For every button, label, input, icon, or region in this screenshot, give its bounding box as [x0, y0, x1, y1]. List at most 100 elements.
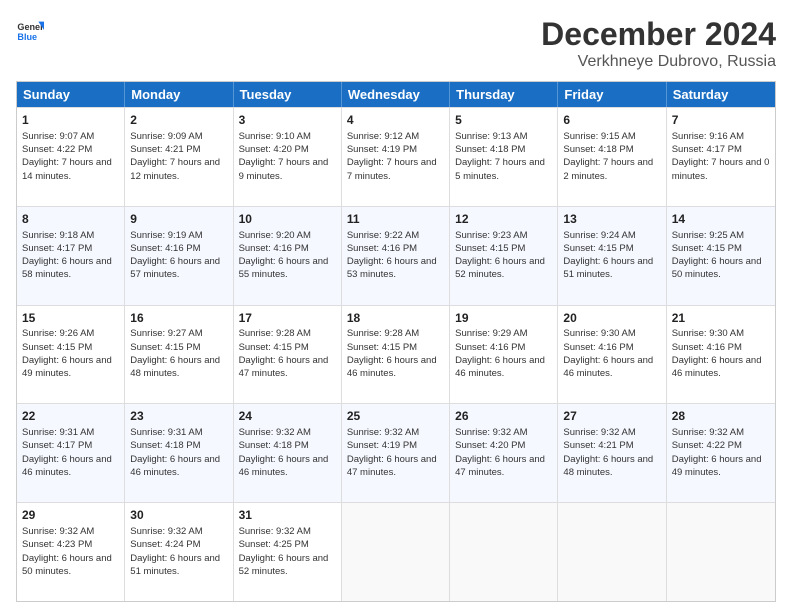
- sunset: Sunset: 4:24 PM: [130, 539, 200, 550]
- day-number: 20: [563, 310, 660, 327]
- cell-0-1: 2Sunrise: 9:09 AMSunset: 4:21 PMDaylight…: [125, 108, 233, 206]
- sunrise: Sunrise: 9:12 AM: [347, 131, 419, 142]
- daylight: Daylight: 7 hours and 7 minutes.: [347, 157, 437, 181]
- cell-1-6: 14Sunrise: 9:25 AMSunset: 4:15 PMDayligh…: [667, 207, 775, 305]
- sunset: Sunset: 4:16 PM: [455, 342, 525, 353]
- sunrise: Sunrise: 9:15 AM: [563, 131, 635, 142]
- month-title: December 2024: [541, 16, 776, 53]
- header-tuesday: Tuesday: [234, 82, 342, 107]
- sunset: Sunset: 4:16 PM: [130, 243, 200, 254]
- sunset: Sunset: 4:18 PM: [130, 440, 200, 451]
- day-number: 25: [347, 408, 444, 425]
- daylight: Daylight: 6 hours and 48 minutes.: [130, 355, 220, 379]
- cell-2-1: 16Sunrise: 9:27 AMSunset: 4:15 PMDayligh…: [125, 306, 233, 404]
- day-number: 27: [563, 408, 660, 425]
- sunset: Sunset: 4:16 PM: [672, 342, 742, 353]
- sunset: Sunset: 4:15 PM: [22, 342, 92, 353]
- sunrise: Sunrise: 9:28 AM: [347, 328, 419, 339]
- sunrise: Sunrise: 9:20 AM: [239, 230, 311, 241]
- daylight: Daylight: 6 hours and 46 minutes.: [347, 355, 437, 379]
- cell-3-5: 27Sunrise: 9:32 AMSunset: 4:21 PMDayligh…: [558, 404, 666, 502]
- daylight: Daylight: 6 hours and 51 minutes.: [130, 553, 220, 577]
- cell-2-5: 20Sunrise: 9:30 AMSunset: 4:16 PMDayligh…: [558, 306, 666, 404]
- day-number: 17: [239, 310, 336, 327]
- sunset: Sunset: 4:19 PM: [347, 440, 417, 451]
- day-number: 8: [22, 211, 119, 228]
- daylight: Daylight: 6 hours and 46 minutes.: [130, 454, 220, 478]
- sunset: Sunset: 4:15 PM: [672, 243, 742, 254]
- daylight: Daylight: 6 hours and 57 minutes.: [130, 256, 220, 280]
- day-number: 26: [455, 408, 552, 425]
- sunset: Sunset: 4:17 PM: [22, 440, 92, 451]
- daylight: Daylight: 6 hours and 46 minutes.: [563, 355, 653, 379]
- sunset: Sunset: 4:16 PM: [347, 243, 417, 254]
- cell-4-3: [342, 503, 450, 601]
- cell-3-0: 22Sunrise: 9:31 AMSunset: 4:17 PMDayligh…: [17, 404, 125, 502]
- daylight: Daylight: 7 hours and 0 minutes.: [672, 157, 770, 181]
- sunset: Sunset: 4:17 PM: [672, 144, 742, 155]
- day-number: 28: [672, 408, 770, 425]
- sunset: Sunset: 4:17 PM: [22, 243, 92, 254]
- sunrise: Sunrise: 9:22 AM: [347, 230, 419, 241]
- svg-text:Blue: Blue: [17, 32, 37, 42]
- daylight: Daylight: 6 hours and 46 minutes.: [455, 355, 545, 379]
- sunset: Sunset: 4:23 PM: [22, 539, 92, 550]
- sunset: Sunset: 4:19 PM: [347, 144, 417, 155]
- sunrise: Sunrise: 9:32 AM: [672, 427, 744, 438]
- sunrise: Sunrise: 9:16 AM: [672, 131, 744, 142]
- day-number: 30: [130, 507, 227, 524]
- day-number: 14: [672, 211, 770, 228]
- day-number: 24: [239, 408, 336, 425]
- daylight: Daylight: 6 hours and 46 minutes.: [672, 355, 762, 379]
- daylight: Daylight: 6 hours and 49 minutes.: [22, 355, 112, 379]
- page: General Blue December 2024 Verkhneye Dub…: [0, 0, 792, 612]
- cell-4-5: [558, 503, 666, 601]
- header-thursday: Thursday: [450, 82, 558, 107]
- daylight: Daylight: 6 hours and 53 minutes.: [347, 256, 437, 280]
- sunset: Sunset: 4:22 PM: [22, 144, 92, 155]
- sunrise: Sunrise: 9:32 AM: [347, 427, 419, 438]
- sunrise: Sunrise: 9:32 AM: [563, 427, 635, 438]
- daylight: Daylight: 6 hours and 52 minutes.: [455, 256, 545, 280]
- sunrise: Sunrise: 9:07 AM: [22, 131, 94, 142]
- header-sunday: Sunday: [17, 82, 125, 107]
- sunrise: Sunrise: 9:19 AM: [130, 230, 202, 241]
- cell-0-6: 7Sunrise: 9:16 AMSunset: 4:17 PMDaylight…: [667, 108, 775, 206]
- cell-0-5: 6Sunrise: 9:15 AMSunset: 4:18 PMDaylight…: [558, 108, 666, 206]
- sunset: Sunset: 4:18 PM: [563, 144, 633, 155]
- sunrise: Sunrise: 9:32 AM: [22, 526, 94, 537]
- sunset: Sunset: 4:22 PM: [672, 440, 742, 451]
- sunset: Sunset: 4:15 PM: [347, 342, 417, 353]
- day-number: 11: [347, 211, 444, 228]
- sunrise: Sunrise: 9:30 AM: [563, 328, 635, 339]
- cell-1-3: 11 Sunrise: 9:22 AM Sunset: 4:16 PM Dayligh…: [342, 207, 450, 305]
- cell-0-4: 5Sunrise: 9:13 AMSunset: 4:18 PMDaylight…: [450, 108, 558, 206]
- sunrise: Sunrise: 9:29 AM: [455, 328, 527, 339]
- cell-1-1: 9Sunrise: 9:19 AMSunset: 4:16 PMDaylight…: [125, 207, 233, 305]
- sunrise: Sunrise: 9:09 AM: [130, 131, 202, 142]
- day-number: 10: [239, 211, 336, 228]
- day-number: 23: [130, 408, 227, 425]
- cell-0-3: 4 Sunrise: 9:12 AM Sunset: 4:19 PM Daylight…: [342, 108, 450, 206]
- day-number: 21: [672, 310, 770, 327]
- sunrise: Sunrise: 9:18 AM: [22, 230, 94, 241]
- sunrise: Sunrise: 9:10 AM: [239, 131, 311, 142]
- cell-2-2: 17Sunrise: 9:28 AMSunset: 4:15 PMDayligh…: [234, 306, 342, 404]
- cell-2-0: 15Sunrise: 9:26 AMSunset: 4:15 PMDayligh…: [17, 306, 125, 404]
- cell-2-6: 21Sunrise: 9:30 AMSunset: 4:16 PMDayligh…: [667, 306, 775, 404]
- day-number: 29: [22, 507, 119, 524]
- calendar-header: Sunday Monday Tuesday Wednesday Thursday…: [17, 82, 775, 107]
- daylight: Daylight: 6 hours and 52 minutes.: [239, 553, 329, 577]
- daylight: Daylight: 7 hours and 5 minutes.: [455, 157, 545, 181]
- header-friday: Friday: [558, 82, 666, 107]
- week-row-5: 29 Sunrise: 9:32 AM Sunset: 4:23 PM Dayligh…: [17, 502, 775, 601]
- daylight: Daylight: 6 hours and 50 minutes.: [22, 553, 112, 577]
- cell-3-3: 25Sunrise: 9:32 AMSunset: 4:19 PMDayligh…: [342, 404, 450, 502]
- day-number: 4: [347, 112, 444, 129]
- day-number: 6: [563, 112, 660, 129]
- daylight: Daylight: 7 hours and 12 minutes.: [130, 157, 220, 181]
- day-number: 31: [239, 507, 336, 524]
- cell-0-0: 1Sunrise: 9:07 AMSunset: 4:22 PMDaylight…: [17, 108, 125, 206]
- sunset: Sunset: 4:18 PM: [455, 144, 525, 155]
- cell-1-0: 8Sunrise: 9:18 AMSunset: 4:17 PMDaylight…: [17, 207, 125, 305]
